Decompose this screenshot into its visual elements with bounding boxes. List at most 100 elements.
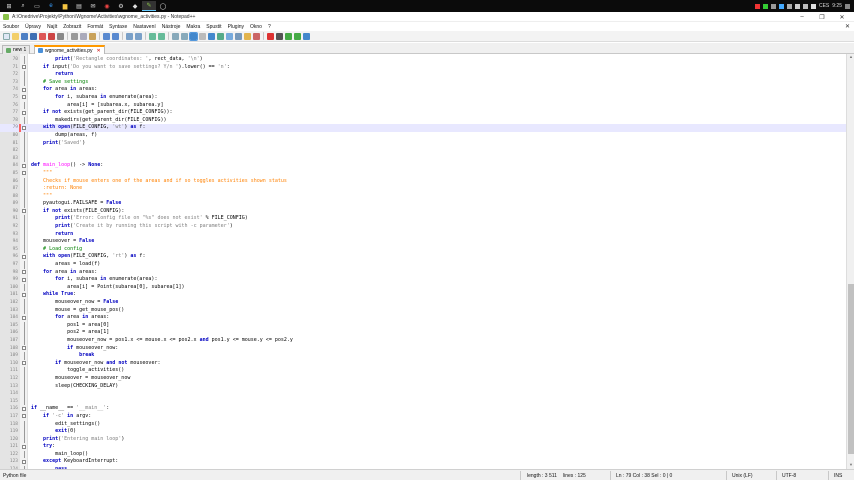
code-line[interactable]: 109 break [0,352,846,360]
monitoring-icon[interactable] [253,32,260,40]
code-line[interactable]: 108 if mouseover_now: [0,345,846,353]
settings-icon[interactable]: ⚙ [114,1,128,11]
code-line[interactable]: 104 for area in areas: [0,314,846,322]
fold-toggle-icon[interactable] [22,270,26,275]
code-line[interactable]: 99 for i, subarea in enumerate(area): [0,276,846,284]
code-line[interactable]: 105 pos1 = area[0] [0,321,846,330]
code-line[interactable]: 86 Checks if mouse enters one of the are… [0,177,846,186]
code-line[interactable]: 94 mouseover = False [0,238,846,246]
code-line[interactable]: 74 for area in areas: [0,86,846,94]
file-explorer-icon[interactable]: ▆ [58,1,72,11]
fold-toggle-icon[interactable] [22,361,26,366]
replace-icon[interactable] [135,32,142,40]
code-line[interactable]: 97 areas = load(f) [0,261,846,269]
code-line[interactable]: 116 if __name__ == '__main__': [0,405,846,413]
minimize-button[interactable]: – [792,12,812,22]
code-line[interactable]: 120 print('Entering main loop') [0,435,846,444]
maximize-button[interactable]: ❐ [812,12,832,22]
code-line[interactable]: 90 if not exists(FILE_CONFIG): [0,208,846,216]
scrollbar-thumb[interactable] [848,284,854,454]
code-line[interactable]: 71 if input('Do you want to save setting… [0,64,846,72]
indent-guide-icon[interactable] [208,32,215,40]
redo-icon[interactable] [112,32,119,40]
menu-makra[interactable]: Makra [186,24,200,30]
vertical-scrollbar[interactable]: ▲ ▼ [846,54,854,469]
menu-soubor[interactable]: Soubor [3,24,19,30]
code-line[interactable]: 85 """ [0,170,846,178]
code-line[interactable]: 91 print('Error: Config file on "%s" doe… [0,215,846,224]
fold-toggle-icon[interactable] [22,209,26,214]
tray-icon-6[interactable] [794,3,800,9]
code-line[interactable]: 77 if not exists(get_parent_dir(FILE_CON… [0,109,846,117]
sync-horizontal-icon[interactable] [181,32,188,40]
stop-macro-icon[interactable] [276,32,283,40]
code-line[interactable]: 76 area[i] = [subarea.x, subarea.y] [0,101,846,110]
code-line[interactable]: 122 main_loop() [0,450,846,459]
network-icon[interactable] [802,3,808,9]
code-line[interactable]: 92 print('Create it by running this scri… [0,223,846,231]
scroll-down-icon[interactable]: ▼ [847,462,854,469]
code-line[interactable]: 70 print('Rectangle coordinates: ', rect… [0,56,846,64]
code-line[interactable]: 78 makedirs(get_parent_dir(FILE_CONFIG)) [0,116,846,125]
notepadpp-task-icon[interactable]: ✎ [142,1,156,11]
code-line[interactable]: 80 dump(areas, f) [0,131,846,140]
print-icon[interactable] [57,32,64,40]
scroll-up-icon[interactable]: ▲ [847,54,854,61]
tab-close-icon[interactable]: ✕ [97,48,101,54]
doc-map-icon[interactable] [226,32,233,40]
save-all-icon[interactable] [30,32,37,40]
status-mode[interactable]: INS [834,473,842,479]
clock[interactable]: 9:25 [832,3,842,9]
find-icon[interactable] [126,32,133,40]
menu-upravy[interactable]: Úpravy [25,24,41,30]
run-macro-multiple-icon[interactable] [294,32,301,40]
code-line[interactable]: 72 return [0,71,846,79]
start-icon[interactable]: ⊞ [2,1,16,11]
tab-new-1[interactable]: new 1 [2,45,31,54]
tray-icon-4[interactable] [778,3,784,9]
code-lines[interactable]: 70 print('Rectangle coordinates: ', rect… [0,56,846,469]
menu-format[interactable]: Formát [87,24,103,30]
code-line[interactable]: 106 pos2 = area[1] [0,329,846,337]
code-line[interactable]: 75 for i, subarea in enumerate(area): [0,94,846,102]
code-line[interactable]: 82 [0,147,846,155]
folder-workspace-icon[interactable] [244,32,251,40]
app-icon[interactable]: ◆ [128,1,142,11]
play-macro-icon[interactable] [285,32,292,40]
fold-toggle-icon[interactable] [22,414,26,419]
fold-toggle-icon[interactable] [22,406,26,411]
fold-toggle-icon[interactable] [22,444,26,449]
cut-icon[interactable] [71,32,78,40]
udl-icon[interactable] [217,32,224,40]
task-view-icon[interactable]: ▭ [30,1,44,11]
save-icon[interactable] [21,32,28,40]
fold-toggle-icon[interactable] [22,163,26,168]
code-line[interactable]: 113 sleep(CHECKING_DELAY) [0,382,846,391]
code-line[interactable]: 123 except KeyboardInterrupt: [0,458,846,466]
status-encoding[interactable]: UTF-8 [782,473,796,479]
code-line[interactable]: 73 # Save settings [0,78,846,87]
menu-syntaxe[interactable]: Syntaxe [109,24,127,30]
code-line[interactable]: 100 area[i] = Point(subarea[0], subarea[… [0,283,846,292]
code-line[interactable]: 119 exit(0) [0,428,846,436]
menu-najit[interactable]: Najít [47,24,57,30]
fold-toggle-icon[interactable] [22,125,26,130]
fold-toggle-icon[interactable] [22,315,26,320]
tray-icon-2[interactable] [762,3,768,9]
menu-okno[interactable]: Okno [250,24,262,30]
code-line[interactable]: 102 mouseover_now = False [0,299,846,307]
close-document-icon[interactable]: ✕ [845,23,850,30]
paste-icon[interactable] [89,32,96,40]
code-line[interactable]: 95 # Load config [0,245,846,254]
code-line[interactable]: 101 while True: [0,291,846,299]
code-line[interactable]: 103 mouse = get_mouse_pos() [0,306,846,315]
code-editor[interactable]: 70 print('Rectangle coordinates: ', rect… [0,54,846,469]
open-file-icon[interactable] [12,32,19,40]
volume-icon[interactable] [810,3,816,9]
word-wrap-icon[interactable] [189,31,198,41]
fold-toggle-icon[interactable] [22,95,26,100]
menu-spustit[interactable]: Spustit [206,24,221,30]
copy-icon[interactable] [80,32,87,40]
code-line[interactable]: 93 return [0,230,846,239]
input-language[interactable]: CES [819,3,829,9]
